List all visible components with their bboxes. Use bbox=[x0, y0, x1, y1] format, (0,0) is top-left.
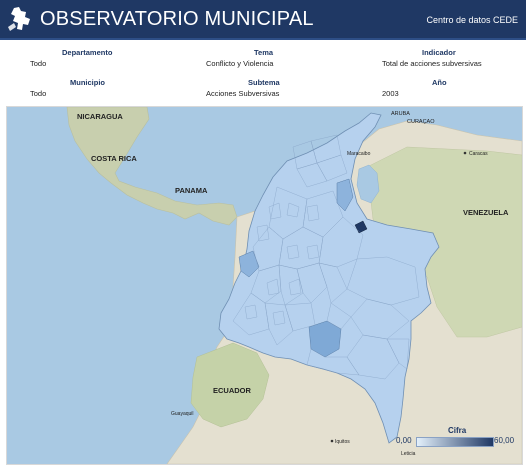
caracas-marker bbox=[463, 151, 467, 155]
label-aruba: ARUBA bbox=[391, 111, 410, 117]
filter-municipio[interactable]: Municipio Todo bbox=[30, 78, 170, 98]
filter-municipio-value[interactable]: Todo bbox=[30, 89, 170, 98]
label-maracaibo: Maracaibo bbox=[347, 151, 371, 157]
legend-color-bar bbox=[416, 437, 494, 447]
label-venezuela: VENEZUELA bbox=[463, 208, 509, 217]
filter-departamento-label: Departamento bbox=[62, 48, 113, 57]
filter-tema[interactable]: Tema Conflicto y Violencia bbox=[206, 48, 346, 68]
colombia-map-icon bbox=[8, 7, 30, 31]
filter-tema-label: Tema bbox=[254, 48, 274, 57]
legend-title: Cifra bbox=[448, 426, 467, 435]
filter-indicador-value[interactable]: Total de acciones subversivas bbox=[382, 59, 522, 68]
filter-indicador[interactable]: Indicador Total de acciones subversivas bbox=[382, 48, 522, 68]
label-panama: PANAMA bbox=[175, 186, 208, 195]
map-canvas[interactable]: NICARAGUA COSTA RICA PANAMA VENEZUELA EC… bbox=[7, 107, 522, 464]
filter-anio[interactable]: Año 2003 bbox=[382, 78, 522, 98]
label-iquitos: Iquitos bbox=[335, 439, 350, 445]
map-legend: Cifra 0,00 60,00 bbox=[396, 426, 514, 458]
app-title: OBSERVATORIO MUNICIPAL bbox=[40, 8, 314, 30]
label-caracas: Caracas bbox=[469, 151, 488, 157]
label-costa-rica: COSTA RICA bbox=[91, 154, 137, 163]
label-nicaragua: NICARAGUA bbox=[77, 112, 123, 121]
filter-anio-label: Año bbox=[432, 78, 447, 87]
label-guayaquil: Guayaquil bbox=[171, 411, 194, 417]
filter-municipio-label: Municipio bbox=[70, 78, 105, 87]
filter-departamento-value[interactable]: Todo bbox=[30, 59, 170, 68]
legend-max-label: 60,00 bbox=[494, 436, 515, 445]
app-header: OBSERVATORIO MUNICIPAL Centro de datos C… bbox=[0, 0, 526, 40]
filter-subtema-value[interactable]: Acciones Subversivas bbox=[206, 89, 346, 98]
legend-min-label: 0,00 bbox=[396, 436, 412, 445]
filter-departamento[interactable]: Departamento Todo bbox=[30, 48, 170, 68]
filter-subtema[interactable]: Subtema Acciones Subversivas bbox=[206, 78, 346, 98]
app-subtitle: Centro de datos CEDE bbox=[426, 15, 518, 25]
iquitos-marker bbox=[330, 439, 334, 443]
label-curacao: CURAÇAO bbox=[407, 119, 435, 125]
filter-subtema-label: Subtema bbox=[248, 78, 280, 87]
filter-anio-value[interactable]: 2003 bbox=[382, 89, 522, 98]
label-ecuador: ECUADOR bbox=[213, 386, 252, 395]
choropleth-map[interactable]: NICARAGUA COSTA RICA PANAMA VENEZUELA EC… bbox=[6, 106, 523, 465]
filter-tema-value[interactable]: Conflicto y Violencia bbox=[206, 59, 346, 68]
filter-indicador-label: Indicador bbox=[422, 48, 456, 57]
